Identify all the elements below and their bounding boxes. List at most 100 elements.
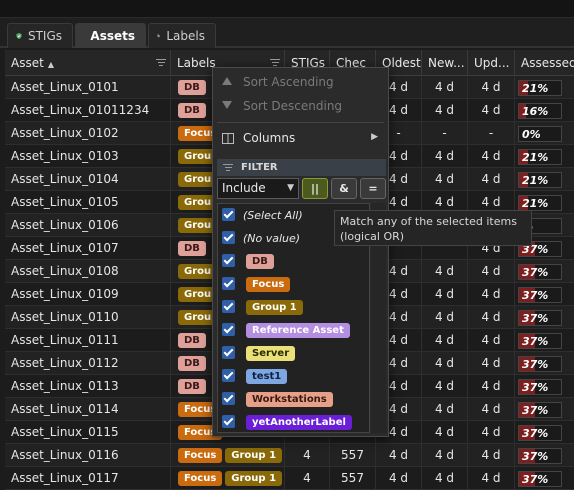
filter-option[interactable]: test1 [218,365,369,388]
checkbox[interactable] [222,369,235,382]
asset-name-cell: Asset_Linux_0111 [5,329,171,351]
checkbox[interactable] [222,415,235,428]
checkbox[interactable] [222,277,235,290]
updated-cell: 4 d [468,145,515,167]
progress-text: 37% [522,312,548,325]
updated-cell: 4 d [468,398,515,420]
label-chip: test1 [246,369,287,384]
label-chip: DB [178,356,206,371]
updated-cell: 4 d [468,283,515,305]
updated-cell: 4 d [468,76,515,98]
assessed-cell: 37% [515,421,574,443]
assessed-cell: 21% [515,76,574,98]
checkbox[interactable] [222,300,235,313]
assessed-progress: 21% [518,80,562,96]
filter-or-button[interactable]: || [302,178,328,199]
column-menu: Sort Ascending Sort Descending Columns ▶… [212,67,389,437]
assessed-cell: 0% [515,122,574,144]
columns-item[interactable]: Columns ▶ [213,126,388,150]
label-chip: DB [178,379,206,394]
label-chip: Focus [178,448,222,463]
newest-cell: 4 d [422,99,468,121]
updated-cell: 4 d [468,375,515,397]
assessed-progress: 16% [518,103,562,119]
assessed-progress: 37% [518,425,562,441]
label-chip: Group 1 [225,448,282,463]
filter-mode-select[interactable]: Include ▼ [217,178,299,199]
filter-option[interactable]: Group 1 [218,296,369,319]
newest-cell: 4 d [422,444,468,466]
label-chip: DB [178,80,206,95]
column-header-assessed[interactable]: Assessed [515,50,574,76]
checkbox[interactable] [222,323,235,336]
progress-text: 37% [522,450,548,463]
oldest-cell: 4 d [376,444,422,466]
column-header-newest[interactable]: New... [422,50,468,76]
checks-count-cell: 557 [330,444,376,466]
assessed-cell: 37% [515,375,574,397]
tab-assets[interactable]: Assets [75,23,146,48]
label-chip: Server [246,346,295,361]
progress-text: 37% [522,289,548,302]
assessed-cell: 37% [515,260,574,282]
table-row[interactable]: Asset_Linux_0116FocusGroup 145574 d4 d4 … [5,444,574,467]
asset-name-cell: Asset_Linux_0110 [5,306,171,328]
stigs-count-cell: 4 [285,444,330,466]
checkbox[interactable] [222,254,235,267]
filter-equal-button[interactable]: = [360,178,386,199]
assessed-cell: 21% [515,145,574,167]
sort-ascending-item[interactable]: Sort Ascending [213,70,388,94]
assessed-cell: 37% [515,444,574,466]
filter-option[interactable]: Server [218,342,369,365]
newest-cell: - [422,122,468,144]
menu-item-label: Columns [243,131,295,145]
updated-cell: 4 d [468,168,515,190]
filter-title: FILTER [241,162,278,173]
progress-text: 21% [522,174,548,187]
table-row[interactable]: Asset_Linux_0117FocusGroup 145574 d4 d4 … [5,467,574,490]
asset-name-cell: Asset_Linux_0102 [5,122,171,144]
checkbox[interactable] [222,346,235,359]
progress-text: 21% [522,197,548,210]
filter-icon [223,164,233,173]
asset-name-cell: Asset_Linux_0117 [5,467,171,489]
column-header-updated[interactable]: Upd... [468,50,515,76]
filter-option[interactable]: Workstations [218,388,369,411]
asset-name-cell: Asset_Linux_0109 [5,283,171,305]
filter-option[interactable]: Reference Asset [218,319,369,342]
label-chip: Group 1 [225,471,282,486]
label-chip: Focus [178,471,222,486]
progress-text: 37% [522,404,548,417]
filter-option[interactable]: yetAnotherLabel [218,411,369,433]
filter-and-button[interactable]: & [331,178,357,199]
checkbox[interactable] [222,208,235,221]
asset-name-cell: Asset_Linux_0101 [5,76,171,98]
filter-option[interactable]: DB [218,250,369,273]
asset-name-cell: Asset_Linux_0105 [5,191,171,213]
tab-stigs[interactable]: STIGs [7,23,73,48]
sort-descending-item[interactable]: Sort Descending [213,94,388,118]
filter-option[interactable]: Focus [218,273,369,296]
label-chip: DB [178,103,206,118]
newest-cell: 4 d [422,398,468,420]
assessed-cell: 37% [515,352,574,374]
tab-labels[interactable]: Labels [148,23,216,48]
assessed-progress: 37% [518,471,562,487]
newest-cell: 4 d [422,375,468,397]
progress-text: 37% [522,427,548,440]
chevron-down-icon: ▼ [287,179,294,198]
column-header-asset[interactable]: Asset▲ [5,50,171,76]
column-menu-icon[interactable] [156,59,166,67]
sort-down-icon [222,101,232,109]
asset-name-cell: Asset_Linux_0115 [5,421,171,443]
filter-mode-value: Include [222,181,266,195]
column-menu-icon[interactable] [270,59,280,67]
checkbox[interactable] [222,392,235,405]
progress-text: 37% [522,473,548,486]
progress-text: 0% [522,128,541,141]
assessed-cell: 37% [515,306,574,328]
asset-name-cell: Asset_Linux_0116 [5,444,171,466]
columns-icon [222,133,234,144]
checkbox[interactable] [222,231,235,244]
column-title: Assessed [521,56,574,70]
